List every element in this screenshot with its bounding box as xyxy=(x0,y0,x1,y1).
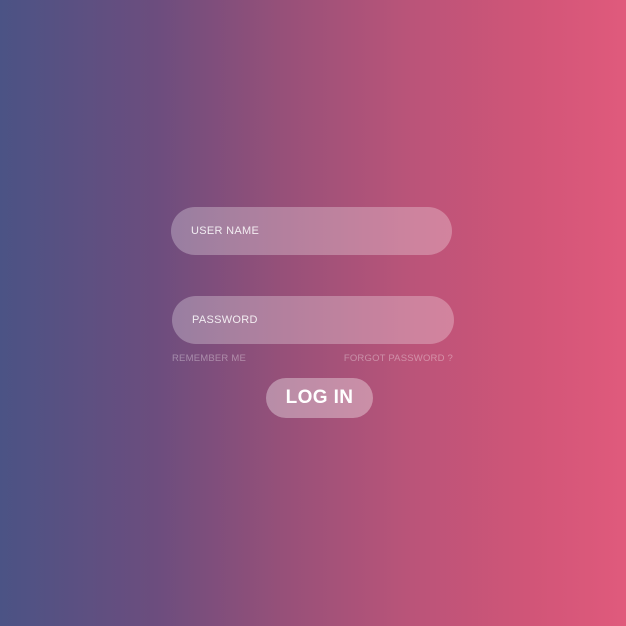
remember-me-link[interactable]: REMEMBER ME xyxy=(172,353,246,364)
username-input[interactable] xyxy=(171,207,452,255)
password-input[interactable] xyxy=(172,296,454,344)
login-screen: { "login_form": { "username_placeholder"… xyxy=(0,0,626,626)
forgot-password-link[interactable]: FORGOT PASSWORD ? xyxy=(344,353,453,364)
login-button[interactable]: LOG IN xyxy=(266,378,373,418)
